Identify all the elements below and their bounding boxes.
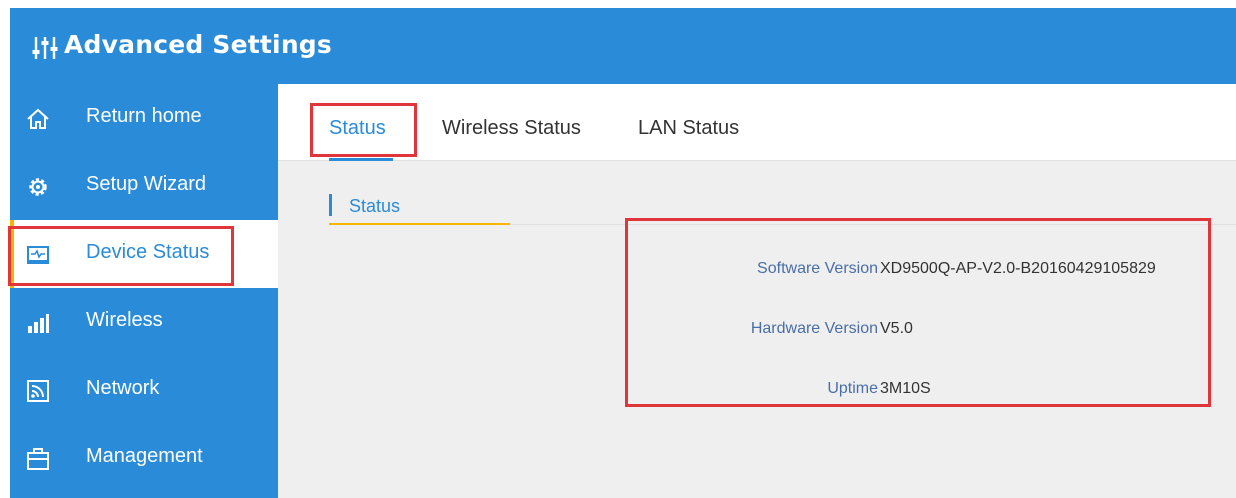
sidebar-item-label: Wireless (86, 309, 163, 331)
tab-status[interactable]: Status (329, 117, 386, 140)
info-label: Hardware Version (750, 320, 878, 337)
sidebar-item-label: Network (86, 377, 160, 399)
info-value: 3M10S (880, 380, 931, 397)
info-label: Uptime (827, 380, 878, 397)
rss-icon (27, 380, 49, 402)
header-bar: Advanced Settings (10, 8, 1236, 84)
info-label: Software Version (757, 260, 878, 277)
home-icon (27, 108, 49, 129)
sidebar-item-device-status[interactable]: Device Status (10, 220, 278, 288)
info-value: XD9500Q-AP-V2.0-B20160429105829 (880, 260, 1156, 277)
main-content: Status Wireless Status LAN Status Status… (278, 84, 1236, 498)
tab-wireless-status[interactable]: Wireless Status (442, 117, 581, 140)
sidebar-item-return-home[interactable]: Return home (10, 84, 278, 152)
info-row-uptime: Uptime 3M10S (628, 380, 1228, 404)
section-underline (329, 223, 510, 225)
sidebar-item-label: Return home (86, 105, 202, 127)
sidebar-item-label: Device Status (86, 241, 210, 263)
signal-bars-icon (28, 314, 49, 333)
info-row-hardware-version: Hardware Version V5.0 (628, 320, 1228, 344)
sidebar-item-label: Setup Wizard (86, 173, 207, 195)
sidebar-item-management[interactable]: Management (10, 424, 278, 492)
sidebar-item-label: Management (86, 445, 203, 467)
info-value: V5.0 (880, 320, 913, 337)
tab-bar: Status Wireless Status LAN Status (278, 84, 1236, 161)
section-accent-bar (329, 194, 332, 216)
gear-icon (29, 178, 47, 196)
tab-lan-status[interactable]: LAN Status (638, 117, 739, 140)
active-tab-indicator (329, 158, 393, 161)
briefcase-icon (27, 448, 49, 470)
section-divider (510, 224, 1236, 225)
sidebar-item-network[interactable]: Network (10, 356, 278, 424)
app-window: Advanced Settings Return home Setup Wiza… (10, 8, 1236, 498)
sliders-icon (32, 37, 58, 59)
sidebar: Return home Setup Wizard Device Status W… (10, 84, 278, 498)
info-row-software-version: Software Version XD9500Q-AP-V2.0-B201604… (628, 260, 1228, 284)
monitor-pulse-icon (27, 246, 49, 264)
sidebar-item-setup-wizard[interactable]: Setup Wizard (10, 152, 278, 220)
section-title: Status (349, 196, 401, 216)
page-title: Advanced Settings (64, 30, 332, 59)
sidebar-item-wireless[interactable]: Wireless (10, 288, 278, 356)
section-header: Status (329, 194, 509, 224)
